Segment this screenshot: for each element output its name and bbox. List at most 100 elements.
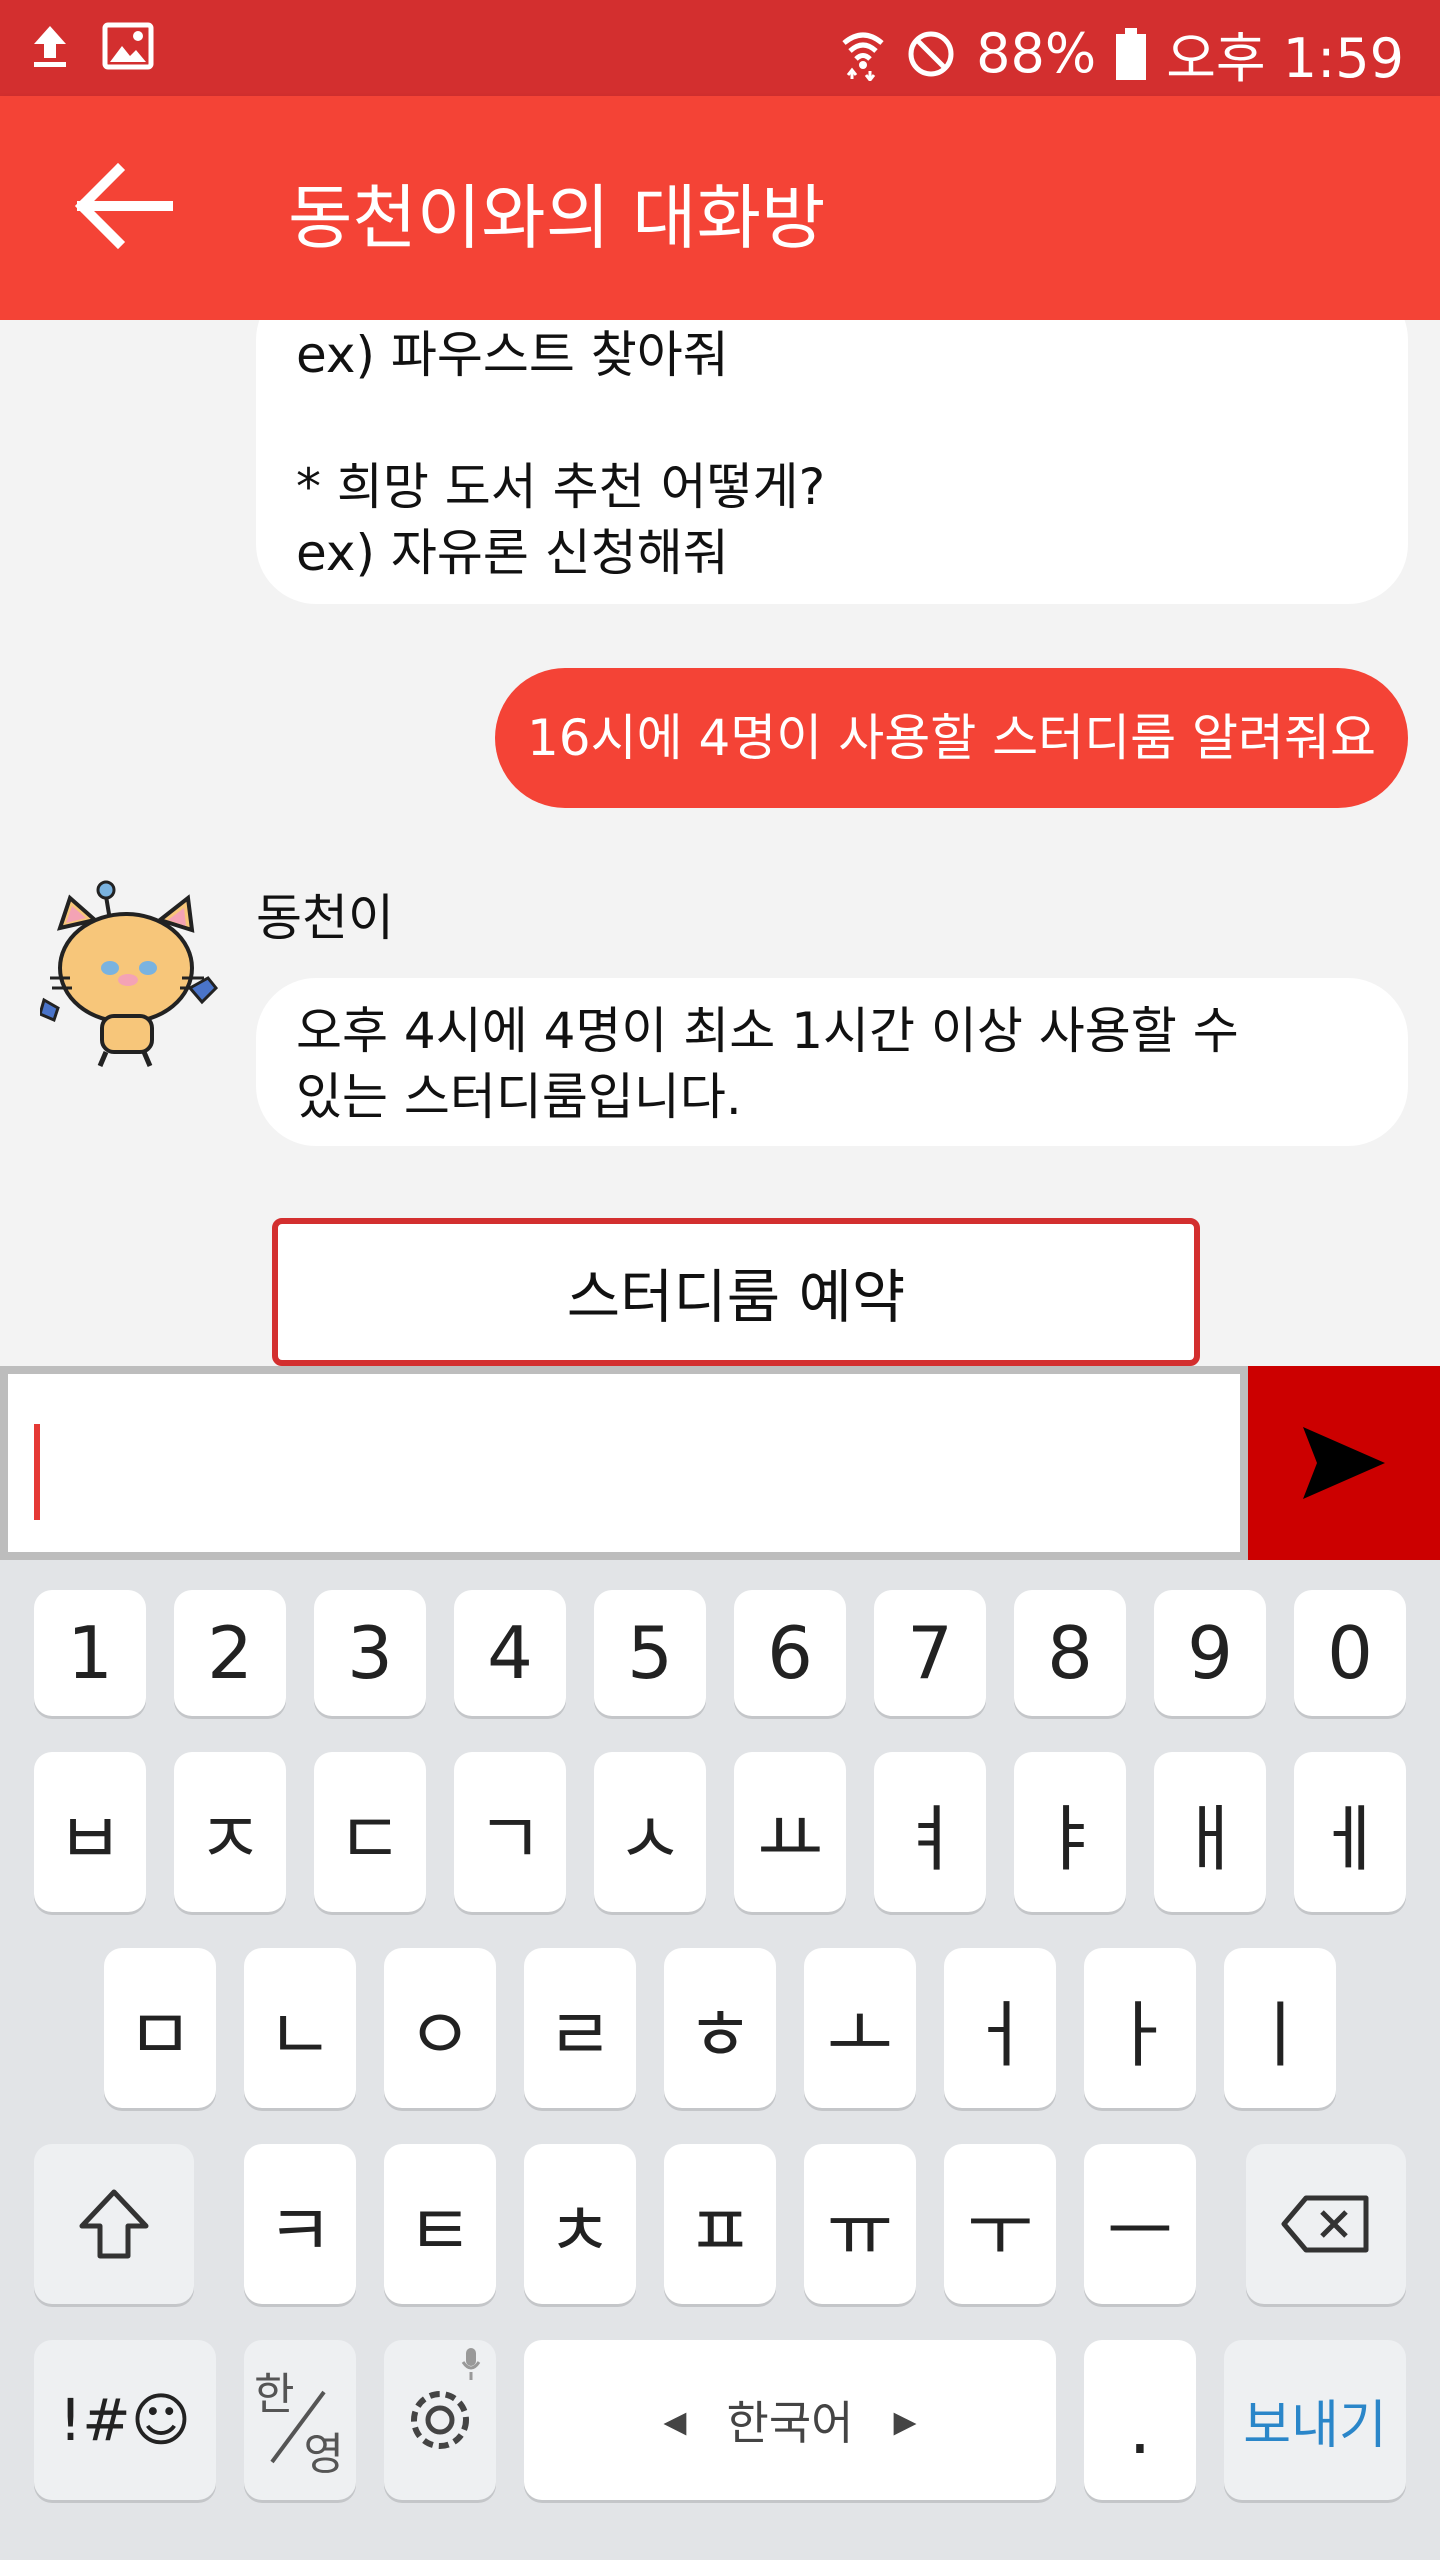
key-label: 2	[207, 1611, 253, 1695]
key-label: 6	[767, 1611, 813, 1695]
key-label: ㅛ	[756, 1796, 824, 1881]
key-label: 4	[487, 1611, 533, 1695]
keyboard: 1 2 3 4 5 6 7 8 9 0 ㅂ ㅈ ㄷ ㄱ ㅅ ㅛ ㅕ ㅑ ㅐ ㅔ …	[0, 1560, 1440, 2560]
key[interactable]: ㅇ	[384, 1948, 496, 2108]
key[interactable]: ㄱ	[454, 1752, 566, 1912]
key-label: ㅓ	[966, 1992, 1034, 2077]
key[interactable]: ㅛ	[734, 1752, 846, 1912]
chat-area[interactable]: ex) 파우스트 찾아줘 * 희망 도서 추천 어떻게? ex) 자유론 신청해…	[0, 320, 1440, 1366]
image-icon	[102, 22, 154, 70]
key-label: 0	[1327, 1611, 1373, 1695]
key-label: 한국어	[726, 2396, 854, 2450]
keyboard-send-key[interactable]: 보내기	[1224, 2340, 1406, 2500]
key[interactable]: ㅔ	[1294, 1752, 1406, 1912]
button-label: 스터디룸 예약	[566, 1263, 906, 1331]
key-label: 영	[303, 2429, 344, 2480]
message-line: ex) 자유론 신청해줘	[296, 524, 729, 582]
message-line	[296, 388, 1368, 454]
key-label: 8	[1047, 1611, 1093, 1695]
study-room-reserve-button[interactable]: 스터디룸 예약	[272, 1218, 1200, 1366]
key[interactable]: 9	[1154, 1590, 1266, 1716]
settings-key[interactable]	[384, 2340, 496, 2500]
message-line: * 희망 도서 추천 어떻게?	[296, 458, 826, 516]
bot-name: 동천이	[256, 889, 394, 947]
key-label: ㄹ	[546, 1992, 614, 2077]
send-button[interactable]	[1248, 1366, 1440, 1560]
key[interactable]: ㄴ	[244, 1948, 356, 2108]
key[interactable]: ㅈ	[174, 1752, 286, 1912]
key[interactable]: ㅎ	[664, 1948, 776, 2108]
key[interactable]: ㅕ	[874, 1752, 986, 1912]
back-button[interactable]	[70, 156, 180, 256]
key[interactable]: ㅁ	[104, 1948, 216, 2108]
key[interactable]: ㅊ	[524, 2144, 636, 2304]
key[interactable]: ㅡ	[1084, 2144, 1196, 2304]
key-label: ㅏ	[1106, 1992, 1174, 2077]
key[interactable]: ㅌ	[384, 2144, 496, 2304]
language-toggle-key[interactable]: 한 영	[244, 2340, 356, 2500]
key-label: ㅔ	[1316, 1796, 1384, 1881]
symbols-key[interactable]: !#☺	[34, 2340, 216, 2500]
key-label: ㅡ	[1106, 2188, 1174, 2273]
key[interactable]: ㅍ	[664, 2144, 776, 2304]
backspace-icon	[1281, 2195, 1369, 2253]
key[interactable]: ㅅ	[594, 1752, 706, 1912]
bot-reply-bubble: 오후 4시에 4명이 최소 1시간 이상 사용할 수 있는 스터디룸입니다.	[256, 978, 1408, 1146]
key[interactable]: ㅠ	[804, 2144, 916, 2304]
key[interactable]: 5	[594, 1590, 706, 1716]
key[interactable]: ㅗ	[804, 1948, 916, 2108]
key-label: 9	[1187, 1611, 1233, 1695]
key[interactable]: ㅂ	[34, 1752, 146, 1912]
wifi-icon	[842, 32, 884, 81]
key-label: ㅋ	[266, 2188, 334, 2273]
key[interactable]: ㅋ	[244, 2144, 356, 2304]
key-label: ㅍ	[686, 2188, 754, 2273]
backspace-key[interactable]	[1246, 2144, 1406, 2304]
key-label: 보내기	[1243, 2395, 1387, 2456]
key[interactable]: 8	[1014, 1590, 1126, 1716]
key[interactable]: 3	[314, 1590, 426, 1716]
period-key[interactable]: .	[1084, 2340, 1196, 2500]
key-label: ㅐ	[1176, 1796, 1244, 1881]
text-caret	[34, 1424, 40, 1520]
chevron-left-icon: ◂	[663, 2393, 687, 2447]
key-label: .	[1128, 2386, 1152, 2470]
key-label: ㅑ	[1036, 1796, 1104, 1881]
key[interactable]: ㅐ	[1154, 1752, 1266, 1912]
key[interactable]: 4	[454, 1590, 566, 1716]
key[interactable]: ㄹ	[524, 1948, 636, 2108]
key-label: ㅊ	[546, 2188, 614, 2273]
shift-icon	[79, 2189, 149, 2259]
key[interactable]: 2	[174, 1590, 286, 1716]
message-input[interactable]	[8, 1374, 1240, 1552]
key-label: 7	[907, 1611, 953, 1695]
shift-key[interactable]	[34, 2144, 194, 2304]
clock: 오후 1:59	[1166, 27, 1404, 90]
battery-icon	[1116, 27, 1147, 80]
key-label: ㅕ	[896, 1796, 964, 1881]
key[interactable]: 0	[1294, 1590, 1406, 1716]
key[interactable]: ㅓ	[944, 1948, 1056, 2108]
key[interactable]: 6	[734, 1590, 846, 1716]
key[interactable]: 7	[874, 1590, 986, 1716]
key-label: ㅣ	[1246, 1992, 1314, 2077]
key-label: ㅠ	[826, 2188, 894, 2273]
bot-message-bubble: ex) 파우스트 찾아줘 * 희망 도서 추천 어떻게? ex) 자유론 신청해…	[256, 320, 1408, 604]
key-label: ㅌ	[406, 2188, 474, 2273]
key-label: ㅇ	[406, 1992, 474, 2077]
key-label: ㄷ	[336, 1796, 404, 1881]
key[interactable]: ㅜ	[944, 2144, 1056, 2304]
space-key[interactable]: ◂ 한국어 ▸	[524, 2340, 1056, 2500]
key[interactable]: ㅏ	[1084, 1948, 1196, 2108]
key[interactable]: ㅣ	[1224, 1948, 1336, 2108]
key-label: ㄴ	[266, 1992, 334, 2077]
bot-avatar	[38, 868, 220, 1068]
key-label: ㅅ	[616, 1796, 684, 1881]
message-line: 오후 4시에 4명이 최소 1시간 이상 사용할 수	[296, 1002, 1239, 1060]
key[interactable]: 1	[34, 1590, 146, 1716]
upload-icon	[34, 26, 66, 67]
user-message-bubble: 16시에 4명이 사용할 스터디룸 알려줘요	[494, 668, 1408, 808]
key-label: ㅂ	[56, 1796, 124, 1881]
key[interactable]: ㅑ	[1014, 1752, 1126, 1912]
key[interactable]: ㄷ	[314, 1752, 426, 1912]
